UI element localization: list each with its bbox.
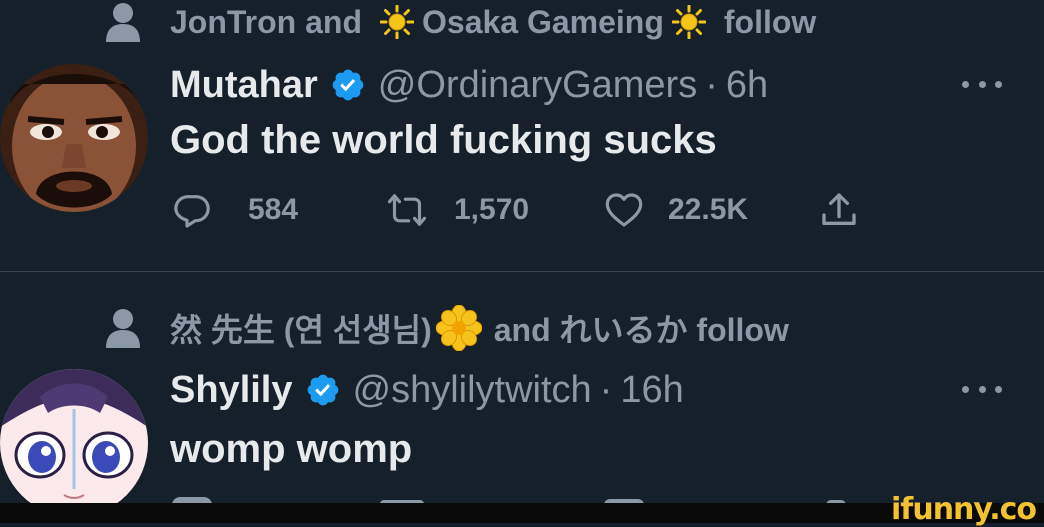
author-name[interactable]: Shylily (170, 369, 293, 412)
tweet-text: God the world fucking sucks (170, 118, 717, 162)
sun-emoji-icon (380, 5, 414, 39)
author-name[interactable]: Mutahar (170, 64, 318, 107)
like-count: 22.5K (668, 193, 749, 226)
social-context-user[interactable]: Osaka Gameing (422, 4, 664, 41)
person-icon (106, 3, 140, 42)
tweet[interactable]: JonTron and Osaka Gameing follow Mutahar… (0, 0, 1044, 272)
ifunny-watermark: ifunny.co (891, 492, 1037, 527)
avatar[interactable] (0, 369, 148, 517)
social-context: 然 先生 (연 선생님) and れいるか follow (104, 305, 789, 351)
retweet-icon (387, 194, 427, 226)
reply-icon (174, 195, 210, 228)
reply-count: 584 (248, 193, 299, 226)
author-handle[interactable]: @shylilytwitch (353, 369, 592, 412)
timestamp[interactable]: 16h (620, 369, 683, 412)
watermark-bar (0, 503, 1044, 523)
separator-dot: · (705, 63, 718, 106)
heart-icon (605, 193, 643, 227)
verified-badge-icon (332, 69, 364, 101)
person-icon (106, 309, 140, 348)
tweet[interactable]: 然 先生 (연 선생님) and れいるか follow Shylily @sh… (0, 305, 1044, 517)
share-button[interactable] (818, 190, 894, 230)
flower-emoji-icon (435, 305, 482, 351)
author-handle[interactable]: @OrdinaryGamers (378, 64, 697, 107)
retweet-button[interactable]: 1,570 (382, 190, 529, 230)
divider (0, 271, 1044, 272)
social-context-user[interactable]: and れいるか follow (494, 305, 789, 351)
tweet-actions: 584 1,570 22.5K (170, 190, 870, 234)
retweet-count: 1,570 (454, 193, 530, 226)
more-options-icon[interactable] (962, 78, 1002, 90)
share-icon (822, 193, 856, 225)
like-button[interactable]: 22.5K (602, 190, 748, 230)
more-options-icon[interactable] (962, 383, 1002, 395)
social-context-user[interactable]: 然 先生 (연 선생님) (170, 305, 432, 351)
avatar[interactable] (0, 64, 148, 212)
sun-emoji-icon (671, 5, 706, 39)
social-context-text: JonTron and (170, 3, 362, 40)
reply-button[interactable]: 584 (170, 190, 298, 230)
social-context: JonTron and Osaka Gameing follow (104, 2, 816, 42)
timestamp[interactable]: 6h (726, 64, 768, 107)
separator-dot: · (599, 368, 613, 411)
social-context-follow: follow (723, 3, 817, 40)
tweet-text: womp womp (170, 427, 413, 471)
verified-badge-icon (307, 374, 338, 406)
